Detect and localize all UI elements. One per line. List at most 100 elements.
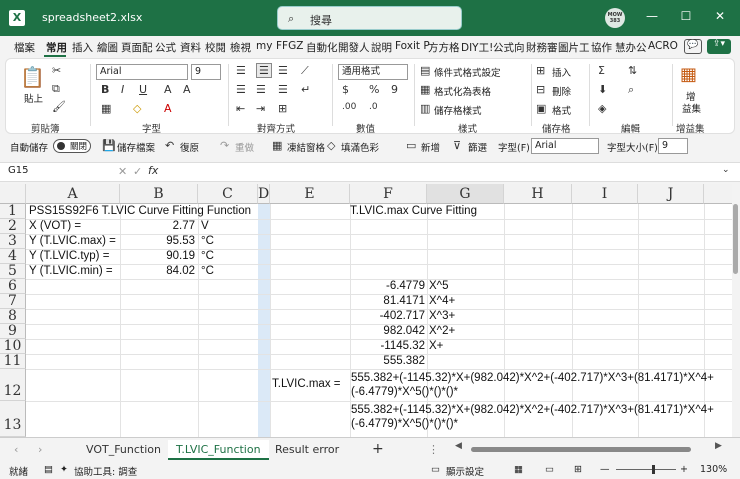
clear-icon[interactable]: ◈ [598, 102, 606, 115]
cut-icon[interactable]: ✂ [52, 64, 61, 77]
underline-icon[interactable]: U [139, 83, 147, 96]
maximize-button[interactable]: ☐ [676, 9, 696, 27]
row-header-8[interactable]: 8 [0, 309, 26, 324]
scroll-right-icon[interactable]: ▶ [715, 441, 722, 451]
percent-icon[interactable]: % [369, 83, 379, 96]
merge-center-icon[interactable]: ⊞ [278, 102, 287, 115]
expand-formula-icon[interactable]: ⌄ [722, 165, 730, 175]
redo-button[interactable]: 重做 [235, 140, 254, 154]
menu-fangfangge[interactable]: 方方格 [428, 40, 460, 55]
paste-button[interactable]: 貼上 [24, 91, 43, 105]
cancel-icon[interactable]: ✕ [118, 165, 127, 178]
spreadsheet-grid[interactable]: A B C D E F G H I J 1 2 3 4 5 6 7 8 9 10… [0, 184, 732, 437]
menu-smart-office[interactable]: 慧办公 [615, 40, 647, 55]
cell-b5[interactable]: 84.02 [120, 265, 195, 277]
menu-formula-guide[interactable]: 公式向 [493, 40, 525, 55]
format-cells-button[interactable]: 格式 [552, 103, 571, 117]
row-header-6[interactable]: 6 [0, 279, 26, 294]
row-header-13[interactable]: 13 [0, 401, 26, 437]
menu-data[interactable]: 資料 [180, 40, 201, 55]
font-size-select[interactable]: 9 [191, 64, 221, 80]
fill-color-button[interactable]: 填滿色彩 [341, 140, 379, 154]
font-name-select[interactable]: Arial [96, 64, 188, 80]
comma-icon[interactable]: 9 [391, 83, 398, 96]
qat-font-select[interactable]: Arial [531, 138, 599, 154]
fill-color-icon[interactable]: ◇ [133, 102, 141, 115]
row-header-1[interactable]: 1 [0, 204, 26, 219]
horizontal-scroll-thumb[interactable] [471, 447, 691, 452]
cell-f8[interactable]: -402.717 [350, 310, 425, 322]
col-header-j[interactable]: J [638, 184, 704, 204]
menu-page-layout[interactable]: 頁面配 [121, 40, 153, 55]
close-button[interactable]: ✕ [710, 9, 730, 27]
vertical-scroll-thumb[interactable] [733, 204, 738, 274]
share-icon[interactable]: ⇪▾ [707, 39, 731, 54]
menu-file[interactable]: 檔案 [14, 40, 35, 55]
menu-automate[interactable]: 自動化 [306, 40, 338, 55]
cell-a2[interactable]: X (VOT) = [29, 220, 81, 232]
horizontal-scrollbar[interactable]: ◀ ▶ [455, 441, 725, 454]
insert-function-icon[interactable]: fx [148, 164, 158, 177]
decrease-indent-icon[interactable]: ⇤ [236, 102, 245, 115]
menu-view[interactable]: 檢視 [230, 40, 251, 55]
cell-g9[interactable]: X^2+ [429, 325, 455, 337]
align-right-icon[interactable]: ☰ [278, 83, 288, 96]
menu-foxit[interactable]: Foxit P [395, 40, 430, 52]
cell-b4[interactable]: 90.19 [120, 250, 195, 262]
sheet-tab-vot-function[interactable]: VOT_Function [78, 440, 169, 460]
accessibility-status[interactable]: 協助工具: 調查 [74, 464, 137, 478]
col-header-e[interactable]: E [270, 184, 350, 204]
minimize-button[interactable]: — [642, 9, 662, 27]
row-header-12[interactable]: 12 [0, 369, 26, 401]
menu-acro[interactable]: ACRO [648, 40, 678, 52]
cell-styles-button[interactable]: 儲存格樣式 [434, 103, 482, 117]
cell-b2[interactable]: 2.77 [120, 220, 195, 232]
row-header-7[interactable]: 7 [0, 294, 26, 309]
paste-icon[interactable]: 📋 [20, 65, 45, 89]
qat-font-size-select[interactable]: 9 [658, 138, 688, 154]
cell-e12[interactable]: T.LVIC.max = [272, 378, 341, 390]
name-box[interactable]: G15 [5, 165, 105, 180]
format-painter-icon[interactable]: 🖌 [52, 100, 66, 113]
cell-a5[interactable]: Y (T.LVIC.min) = [29, 265, 113, 277]
cell-f9[interactable]: 982.042 [350, 325, 425, 337]
row-header-3[interactable]: 3 [0, 234, 26, 249]
fill-icon[interactable]: ⬇ [598, 83, 607, 96]
menu-draw[interactable]: 繪圖 [97, 40, 118, 55]
page-break-view-icon[interactable]: ⊞ [574, 464, 582, 475]
normal-view-icon[interactable]: ▦ [514, 464, 523, 475]
increase-decimal-icon[interactable]: .00 [342, 102, 356, 112]
col-header-c[interactable]: C [198, 184, 258, 204]
scroll-left-icon[interactable]: ◀ [455, 441, 462, 451]
prev-sheet-icon[interactable]: ‹ [14, 443, 18, 456]
autosum-icon[interactable]: Σ [598, 64, 605, 77]
cell-c5[interactable]: °C [201, 265, 214, 277]
cell-b3[interactable]: 95.53 [120, 235, 195, 247]
delete-cells-button[interactable]: 刪除 [552, 84, 571, 98]
addins-text-bottom[interactable]: 益集 [682, 101, 701, 115]
cell-f12[interactable]: 555.382+(-1145.32)*X+(982.042)*X^2+(-402… [351, 371, 723, 399]
currency-icon[interactable]: $ [342, 83, 349, 96]
borders-icon[interactable]: ▦ [101, 102, 111, 115]
align-top-icon[interactable]: ☰ [236, 64, 246, 77]
select-all-corner[interactable] [0, 184, 26, 204]
cell-a3[interactable]: Y (T.LVIC.max) = [29, 235, 116, 247]
align-center-icon[interactable]: ☰ [256, 83, 266, 96]
menu-insert[interactable]: 插入 [72, 40, 93, 55]
cell-g8[interactable]: X^3+ [429, 310, 455, 322]
wrap-text-icon[interactable]: ↵ [301, 83, 310, 96]
addins-icon[interactable]: ▦ [680, 64, 697, 85]
menu-my[interactable]: my [256, 40, 272, 52]
col-header-f[interactable]: F [350, 184, 427, 204]
number-format-select[interactable]: 通用格式 [338, 64, 408, 80]
cell-f1[interactable]: T.LVIC.max Curve Fitting [350, 205, 477, 217]
add-sheet-icon[interactable]: + [372, 441, 384, 457]
cell-g10[interactable]: X+ [429, 340, 443, 352]
zoom-out-icon[interactable]: — [600, 464, 610, 475]
cell-c3[interactable]: °C [201, 235, 214, 247]
row-header-2[interactable]: 2 [0, 219, 26, 234]
format-as-table-button[interactable]: 格式化為表格 [434, 84, 491, 98]
orientation-icon[interactable]: ⟋ [301, 64, 309, 78]
col-header-a[interactable]: A [26, 184, 120, 204]
comments-icon[interactable]: 💬 [684, 39, 702, 54]
